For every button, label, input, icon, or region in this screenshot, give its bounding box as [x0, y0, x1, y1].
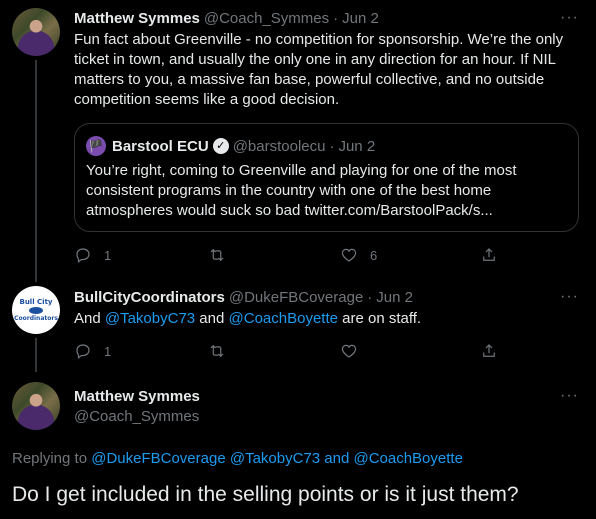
tweet-date[interactable]: Jun 2	[376, 289, 413, 306]
text-segment: and	[195, 310, 229, 327]
tweet-text: And @TakobyC73 and @CoachBoyette are on …	[74, 309, 421, 329]
reply-count: 1	[104, 343, 112, 359]
like-icon	[341, 344, 357, 358]
quote-avatar: 🏴	[86, 136, 106, 156]
author-handle[interactable]: @DukeFBCoverage	[229, 289, 363, 306]
reply-button[interactable]: 1	[74, 246, 111, 264]
mention-link[interactable]: @TakobyC73	[105, 310, 195, 327]
more-icon[interactable]: ···	[560, 387, 579, 405]
replying-to: Replying to @DukeFBCoverage @TakobyC73 a…	[12, 450, 463, 467]
like-count: 6	[370, 247, 378, 263]
quote-author-name: Barstool ECU	[112, 137, 209, 155]
tweet-text: Fun fact about Greenville - no competiti…	[74, 31, 564, 108]
quote-header: 🏴 Barstool ECU ✓ @barstoolecu · Jun 2	[86, 136, 375, 156]
avatar[interactable]: Bull City Coordinators	[12, 286, 60, 334]
football-icon	[29, 307, 43, 314]
avatar-text-line2: Coordinators	[14, 315, 58, 322]
avatar[interactable]	[12, 382, 60, 430]
quoted-tweet[interactable]: 🏴 Barstool ECU ✓ @barstoolecu · Jun 2 Yo…	[74, 123, 579, 232]
reply-count: 1	[104, 247, 112, 263]
author-name[interactable]: Matthew Symmes	[74, 388, 200, 405]
retweet-icon	[210, 344, 224, 358]
reply-icon	[76, 248, 90, 263]
replying-to-users[interactable]: @DukeFBCoverage @TakobyC73 and @CoachBoy…	[91, 450, 463, 467]
like-icon	[341, 248, 357, 262]
author-handle[interactable]: @Coach_Symmes	[204, 10, 329, 27]
thread-line	[35, 60, 37, 282]
more-icon[interactable]: ···	[560, 288, 579, 306]
text-segment: And	[74, 310, 105, 327]
tweet-header: Matthew Symmes @Coach_Symmes · Jun 2	[74, 10, 379, 27]
verified-icon: ✓	[212, 138, 229, 154]
share-icon	[483, 248, 495, 261]
retweet-button[interactable]	[208, 246, 226, 264]
main-tweet-text: Do I get included in the selling points …	[12, 483, 519, 506]
retweet-icon	[210, 248, 224, 262]
avatar[interactable]	[12, 8, 60, 56]
separator: ·	[329, 137, 335, 155]
author-name[interactable]: BullCityCoordinators	[74, 289, 225, 306]
author-name[interactable]: Matthew Symmes	[74, 10, 200, 27]
share-button[interactable]	[480, 342, 498, 360]
reply-button[interactable]: 1	[74, 342, 111, 360]
author-handle[interactable]: @Coach_Symmes	[74, 408, 199, 425]
quote-author-handle: @barstoolecu	[232, 137, 326, 155]
reply-icon	[76, 344, 90, 359]
thread-line	[35, 338, 37, 372]
replying-to-label: Replying to	[12, 450, 92, 467]
quote-date: Jun 2	[338, 137, 376, 155]
like-button[interactable]	[340, 342, 358, 360]
like-button[interactable]: 6	[340, 246, 377, 264]
separator: ·	[333, 10, 339, 27]
retweet-button[interactable]	[208, 342, 226, 360]
tweet-header: BullCityCoordinators @DukeFBCoverage · J…	[74, 289, 413, 306]
text-segment: are on staff.	[337, 310, 422, 327]
share-icon	[483, 344, 495, 357]
separator: ·	[367, 289, 373, 306]
quote-text: You’re right, coming to Greenville and p…	[86, 162, 517, 219]
tweet-date[interactable]: Jun 2	[342, 10, 379, 27]
share-button[interactable]	[480, 246, 498, 264]
avatar-text-line1: Bull City	[19, 298, 53, 306]
mention-link[interactable]: @CoachBoyette	[229, 310, 338, 327]
more-icon[interactable]: ···	[560, 9, 579, 27]
